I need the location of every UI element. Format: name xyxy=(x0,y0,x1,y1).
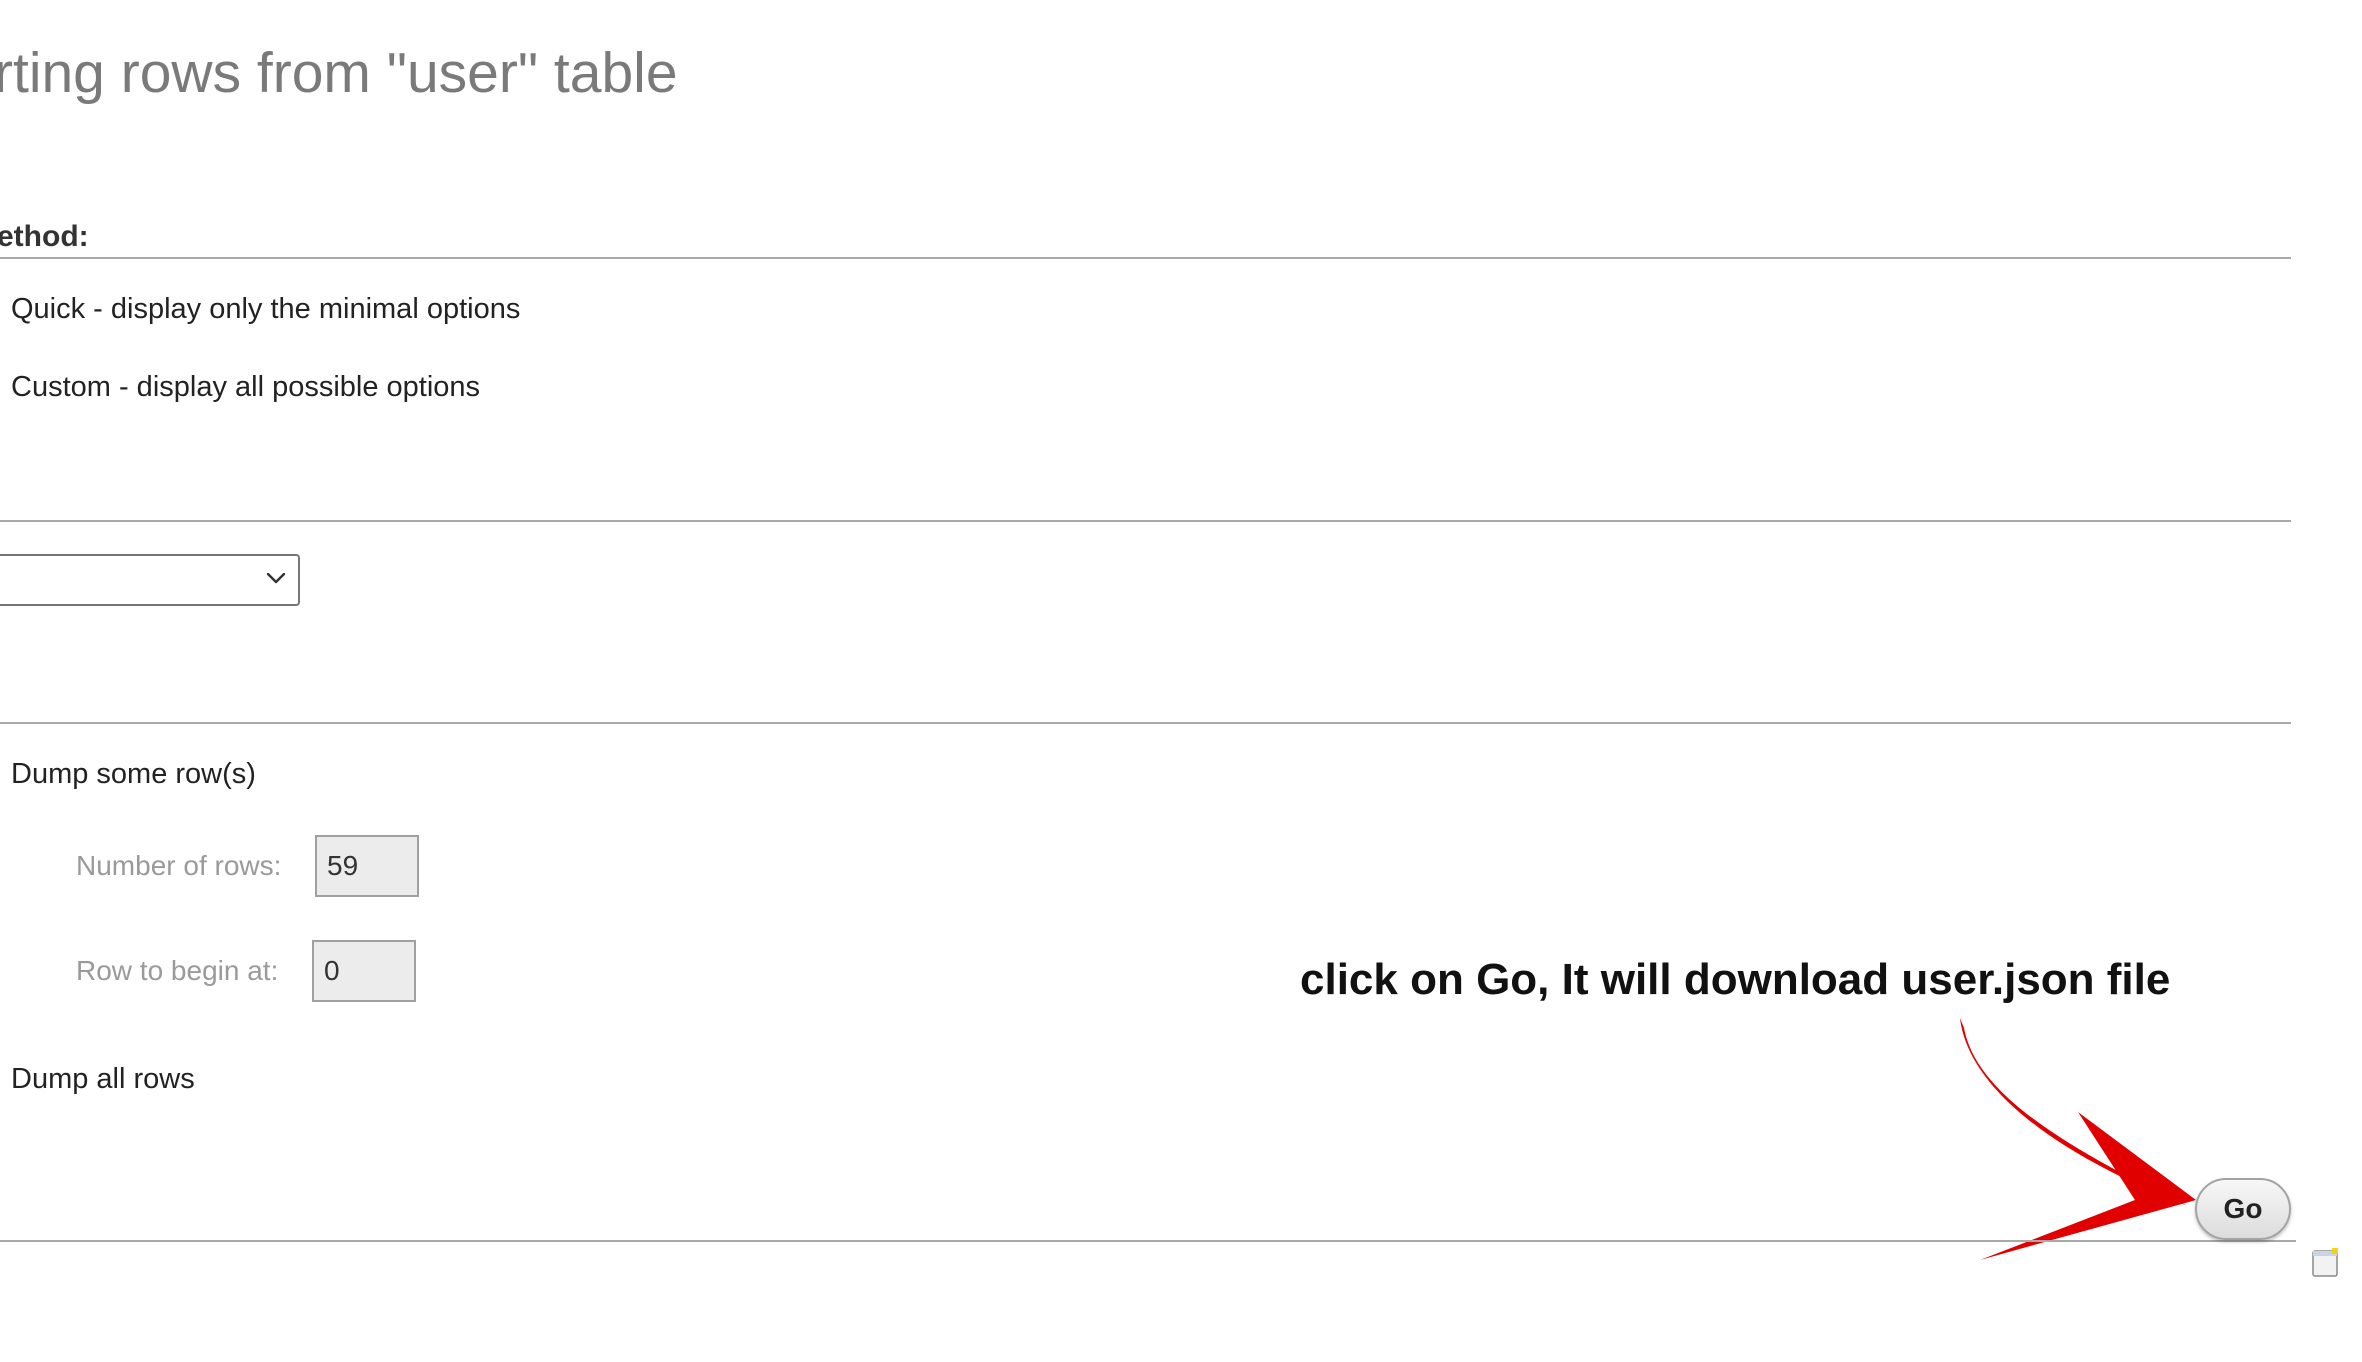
radio-dump-all[interactable] xyxy=(0,1062,6,1098)
export-method-legend: ethod: xyxy=(0,220,89,253)
divider-actions xyxy=(0,1240,2296,1242)
go-button[interactable]: Go xyxy=(2195,1178,2291,1240)
window-icon[interactable] xyxy=(2312,1248,2340,1278)
row-to-begin-input[interactable] xyxy=(312,940,416,1002)
annotation-text: click on Go, It will download user.json … xyxy=(1300,955,2171,1004)
divider-format xyxy=(0,520,2291,522)
radio-quick[interactable] xyxy=(0,292,6,328)
divider-rows xyxy=(0,722,2291,724)
divider-export-method xyxy=(0,257,2291,259)
option-custom-label[interactable]: Custom - display all possible options xyxy=(11,371,480,404)
page-title: rting rows from "user" table xyxy=(0,41,678,105)
option-quick-label[interactable]: Quick - display only the minimal options xyxy=(11,293,520,326)
radio-dump-some[interactable] xyxy=(0,757,6,793)
row-to-begin-label: Row to begin at: xyxy=(76,955,279,986)
option-dump-all-label[interactable]: Dump all rows xyxy=(11,1063,195,1096)
number-of-rows-input[interactable] xyxy=(315,835,419,897)
radio-custom[interactable] xyxy=(0,370,6,406)
chevron-down-icon xyxy=(266,572,286,584)
number-of-rows-label: Number of rows: xyxy=(76,850,282,881)
format-select[interactable] xyxy=(0,554,300,606)
red-curved-arrow-icon xyxy=(1960,1018,2196,1260)
option-dump-some-label[interactable]: Dump some row(s) xyxy=(11,758,256,791)
arrow-head xyxy=(1980,1112,2196,1260)
